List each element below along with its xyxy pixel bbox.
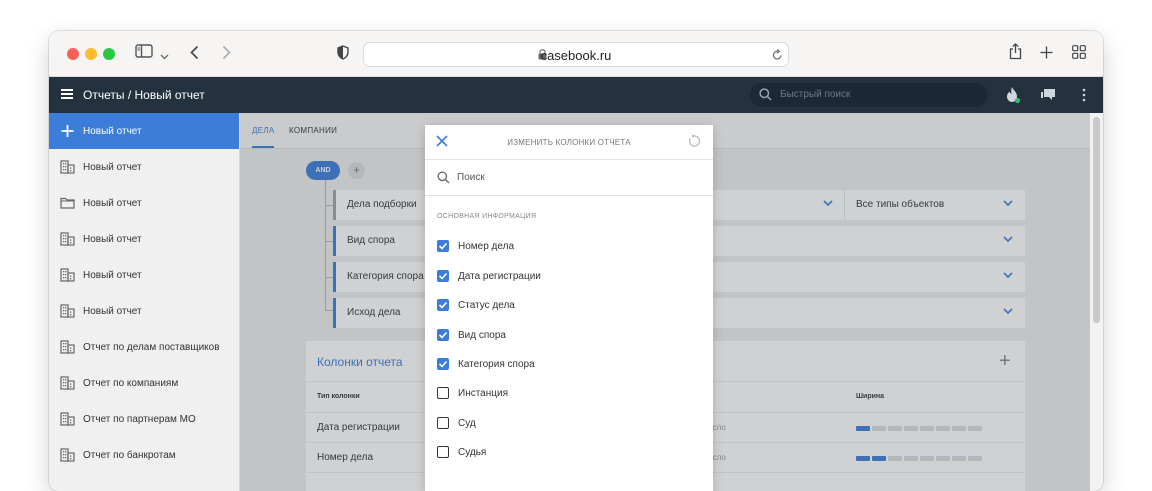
option-label: Категория спора [458,358,535,370]
forward-icon[interactable] [222,45,231,66]
sidebar-item-report[interactable]: Новый отчет [49,149,239,185]
section-heading: ОСНОВНАЯ ИНФОРМАЦИЯ [437,213,537,220]
checkbox-checked[interactable] [437,329,449,341]
menu-icon[interactable] [61,89,73,99]
url-text: casebook.ru [540,48,612,63]
modal-header: ИЗМЕНИТЬ КОЛОНКИ ОТЧЕТА [425,125,713,160]
building-icon [60,340,75,354]
checkbox-checked[interactable] [437,240,449,252]
building-icon [60,448,75,462]
chat-icon[interactable] [1040,88,1056,107]
sidebar-item-label: Новый отчет [83,197,142,209]
share-icon[interactable] [1009,43,1022,66]
sidebar-item-label: Отчет по партнерам МО [83,413,196,425]
sidebar-item-label: Отчет по банкротам [83,449,176,461]
building-icon [60,376,75,390]
sidebar-item-label: Отчет по делам поставщиков [83,341,220,353]
option-label: Статус дела [458,299,515,311]
column-option[interactable]: Статус дела [437,298,515,312]
column-option[interactable]: Дата регистрации [437,269,541,283]
option-label: Номер дела [458,240,515,252]
option-label: Вид спора [458,329,506,341]
column-option[interactable]: Номер дела [437,239,514,253]
sidebar-item-report[interactable]: Отчет по компаниям [49,365,239,401]
search-icon [437,171,450,184]
checkbox-unchecked[interactable] [437,417,449,429]
quick-search-input[interactable]: Быстрый поиск [750,83,988,107]
tab-overview-icon[interactable] [1072,45,1086,65]
option-label: Суд [458,417,476,429]
sidebar-item-label: Новый отчет [83,161,142,173]
modal-title: ИЗМЕНИТЬ КОЛОНКИ ОТЧЕТА [507,138,631,147]
reload-icon[interactable] [772,49,783,61]
checkbox-checked[interactable] [437,270,449,282]
column-option[interactable]: Категория спора [437,357,535,371]
column-search-input[interactable]: Поиск [425,160,713,196]
flame-icon[interactable] [1005,86,1021,109]
sidebar-item-report[interactable]: Новый отчет [49,185,239,221]
shield-icon[interactable] [337,45,349,66]
more-vertical-icon[interactable] [1082,88,1086,107]
column-option[interactable]: Суд [437,416,476,430]
minimize-window-button[interactable] [85,48,97,60]
sidebar-item-report[interactable]: Новый отчет [49,293,239,329]
new-tab-icon[interactable] [1040,45,1053,65]
option-label: Инстанция [458,387,508,399]
sidebar: Новый отчет Новый отчет Новый отчет Новы… [49,113,240,491]
browser-window: casebook.ru Отчеты / Новый отчет Быстрый… [49,31,1103,491]
search-icon [759,88,772,101]
sidebar-item-label: Новый отчет [83,269,142,281]
quick-search-placeholder: Быстрый поиск [780,89,851,100]
breadcrumb: Отчеты / Новый отчет [83,88,205,102]
option-label: Судья [458,446,487,458]
sidebar-toggle-icon[interactable] [135,44,153,64]
checkbox-unchecked[interactable] [437,387,449,399]
sidebar-item-label: Новый отчет [83,233,142,245]
building-icon [60,268,75,282]
building-icon [60,412,75,426]
sidebar-item-report[interactable]: Отчет по делам поставщиков [49,329,239,365]
address-bar[interactable]: casebook.ru [363,42,789,67]
building-icon [60,304,75,318]
chevron-down-icon[interactable] [160,46,169,66]
scrollbar[interactable] [1090,113,1103,491]
sidebar-item-label: Новый отчет [83,305,142,317]
browser-toolbar: casebook.ru [49,31,1103,77]
checkbox-checked[interactable] [437,358,449,370]
sidebar-item-new-report[interactable]: Новый отчет [49,113,239,149]
sidebar-item-label: Новый отчет [83,125,142,137]
folder-icon [60,197,75,209]
sidebar-item-label: Отчет по компаниям [83,377,179,389]
column-option[interactable]: Инстанция [437,386,508,400]
building-icon [60,232,75,246]
zoom-window-button[interactable] [103,48,115,60]
edit-columns-modal: ИЗМЕНИТЬ КОЛОНКИ ОТЧЕТА Поиск ОСНОВНАЯ И… [425,125,713,491]
sidebar-item-report[interactable]: Отчет по банкротам [49,437,239,473]
sidebar-item-report[interactable]: Отчет по партнерам МО [49,401,239,437]
search-placeholder: Поиск [457,172,485,183]
option-label: Дата регистрации [458,270,541,282]
close-window-button[interactable] [67,48,79,60]
sidebar-item-report[interactable]: Новый отчет [49,221,239,257]
app-header: Отчеты / Новый отчет Быстрый поиск [49,77,1103,113]
sidebar-item-report[interactable]: Новый отчет [49,257,239,293]
checkbox-unchecked[interactable] [437,446,449,458]
building-icon [60,160,75,174]
reset-icon[interactable] [687,134,701,148]
column-option[interactable]: Судья [437,445,486,459]
back-icon[interactable] [190,45,199,66]
checkbox-checked[interactable] [437,299,449,311]
scrollbar-thumb[interactable] [1093,117,1100,323]
column-option[interactable]: Вид спора [437,328,506,342]
plus-icon [61,125,74,137]
